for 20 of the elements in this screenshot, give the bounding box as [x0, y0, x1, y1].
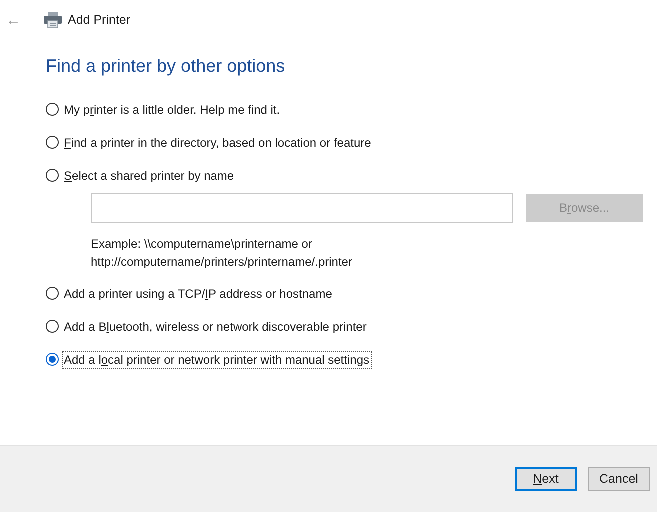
option-label[interactable]: Select a shared printer by name — [62, 166, 236, 184]
window-title: Add Printer — [68, 13, 131, 27]
example-text: Example: \\computername\printername or — [91, 236, 314, 253]
radio-button[interactable] — [46, 136, 59, 149]
option-label[interactable]: My printer is a little older. Help me find it. — [62, 100, 282, 118]
printer-name-field[interactable] — [91, 193, 513, 223]
radio-button[interactable] — [46, 103, 59, 116]
radio-button[interactable] — [46, 169, 59, 182]
radio-button[interactable] — [46, 287, 59, 300]
cancel-button[interactable]: Cancel — [588, 467, 650, 491]
option-label[interactable]: Add a Bluetooth, wireless or network discoverable printer — [62, 318, 369, 336]
page-heading: Find a printer by other options — [46, 56, 286, 77]
option-label[interactable]: Find a printer in the directory, based on location or feature — [62, 134, 374, 152]
radio-button[interactable] — [46, 320, 59, 333]
next-button[interactable]: Next — [515, 467, 577, 491]
option-label[interactable]: Add a printer using a TCP/IP address or hostname — [62, 284, 334, 302]
radio-button[interactable] — [46, 353, 59, 366]
example-text: http://computername/printers/printername/.printer — [91, 254, 354, 271]
printer-icon — [44, 12, 62, 28]
option-label[interactable]: Add a local printer or network printer with manual settings — [62, 350, 372, 368]
